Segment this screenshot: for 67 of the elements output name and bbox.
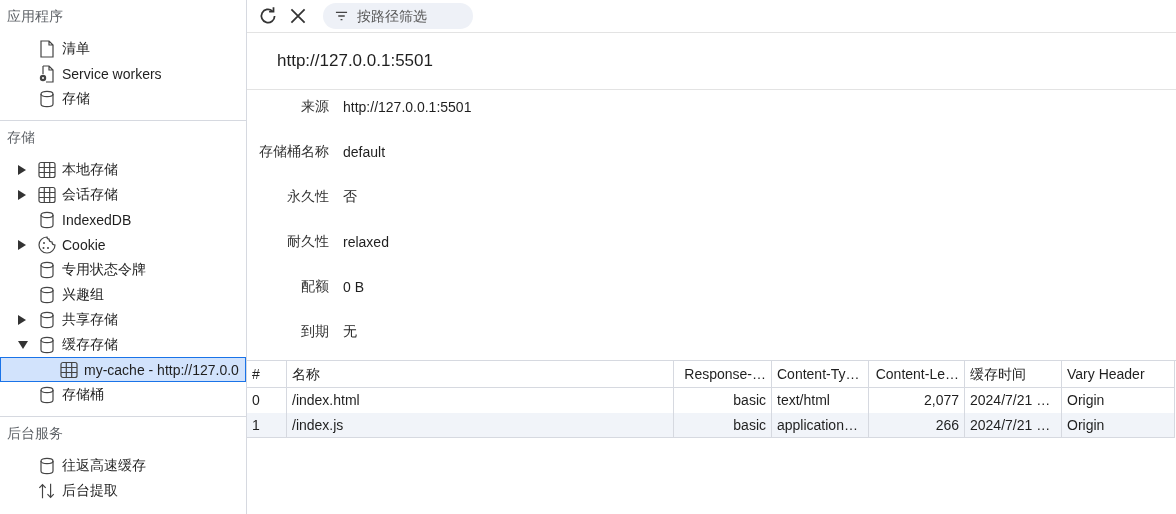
column-header[interactable]: 名称 <box>287 361 674 388</box>
table-cell: basic <box>674 413 772 438</box>
tree-item[interactable]: 往返高速缓存 <box>0 453 246 478</box>
expand-triangle-icon[interactable] <box>18 189 26 200</box>
database-icon <box>38 335 56 354</box>
database-icon <box>38 210 56 229</box>
column-header[interactable]: # <box>247 361 287 388</box>
database-icon <box>38 385 56 404</box>
section-header: 后台服务 <box>6 425 64 443</box>
filter-field[interactable]: 按路径筛选 <box>323 3 473 29</box>
tree-item[interactable]: 缓存存储 <box>0 332 246 357</box>
tree-item[interactable]: 会话存储 <box>0 182 246 207</box>
database-icon <box>38 260 56 279</box>
gear-document-icon <box>38 64 56 83</box>
database-icon <box>38 310 56 329</box>
section-header: 存储 <box>6 129 36 147</box>
database-icon <box>38 285 56 304</box>
tree-item[interactable]: 兴趣组 <box>0 282 246 307</box>
column-header[interactable]: Vary Header <box>1062 361 1175 388</box>
property-value: 无 <box>343 322 357 341</box>
property-label: 存储桶名称 <box>258 142 330 161</box>
table-cell: Origin <box>1062 413 1175 438</box>
expand-triangle-icon[interactable] <box>18 164 26 175</box>
property-value: default <box>343 143 386 160</box>
property-value: 0 B <box>343 278 364 295</box>
expand-triangle-icon[interactable] <box>18 314 26 325</box>
grid-icon <box>38 185 56 204</box>
table-cell: 1 <box>247 413 287 438</box>
property-value: http://127.0.0.1:5501 <box>343 98 472 115</box>
column-header[interactable]: Response-… <box>674 361 772 388</box>
tree-item[interactable]: 本地存储 <box>0 157 246 182</box>
property-label: 永久性 <box>286 187 330 206</box>
database-icon <box>38 89 56 108</box>
tree-item[interactable]: Cookie <box>0 232 246 257</box>
cookie-icon <box>38 235 56 254</box>
column-header[interactable]: Content-Le… <box>869 361 965 388</box>
tree-item[interactable]: Service workers <box>0 61 246 86</box>
property-value: relaxed <box>343 233 389 250</box>
grid-icon <box>60 360 78 379</box>
expand-triangle-icon[interactable] <box>18 239 26 250</box>
tree-item[interactable]: 清单 <box>0 36 246 61</box>
column-header[interactable]: Content-Ty… <box>772 361 869 388</box>
tree-item[interactable]: IndexedDB <box>0 207 246 232</box>
tree-item[interactable]: 共享存储 <box>0 307 246 332</box>
table-cell: /index.js <box>287 413 674 438</box>
filter-icon <box>335 10 348 22</box>
tree-item[interactable]: 存储桶 <box>0 382 246 407</box>
property-label: 耐久性 <box>286 232 330 251</box>
collapse-triangle-icon[interactable] <box>18 340 28 349</box>
property-label: 配额 <box>300 277 330 296</box>
up-down-arrows-icon <box>38 481 56 500</box>
tree-item[interactable]: 存储 <box>0 86 246 111</box>
document-icon <box>38 39 56 58</box>
tree-item[interactable]: 专用状态令牌 <box>0 257 246 282</box>
tree-item[interactable]: 后台提取 <box>0 478 246 503</box>
column-header[interactable]: 缓存时间 <box>965 361 1062 388</box>
section-header: 应用程序 <box>6 8 64 26</box>
grid-icon <box>38 160 56 179</box>
table-cell: 266 <box>869 413 965 438</box>
table-cell: application… <box>772 413 869 438</box>
property-label: 来源 <box>300 97 330 116</box>
tree-item[interactable]: my-cache - http://127.0.0 <box>0 357 246 382</box>
database-icon <box>38 456 56 475</box>
property-value: 否 <box>343 187 357 206</box>
cache-title: http://127.0.0.1:5501 <box>247 33 1176 90</box>
property-label: 到期 <box>300 322 330 341</box>
table-cell: 2024/7/21 … <box>965 413 1062 438</box>
